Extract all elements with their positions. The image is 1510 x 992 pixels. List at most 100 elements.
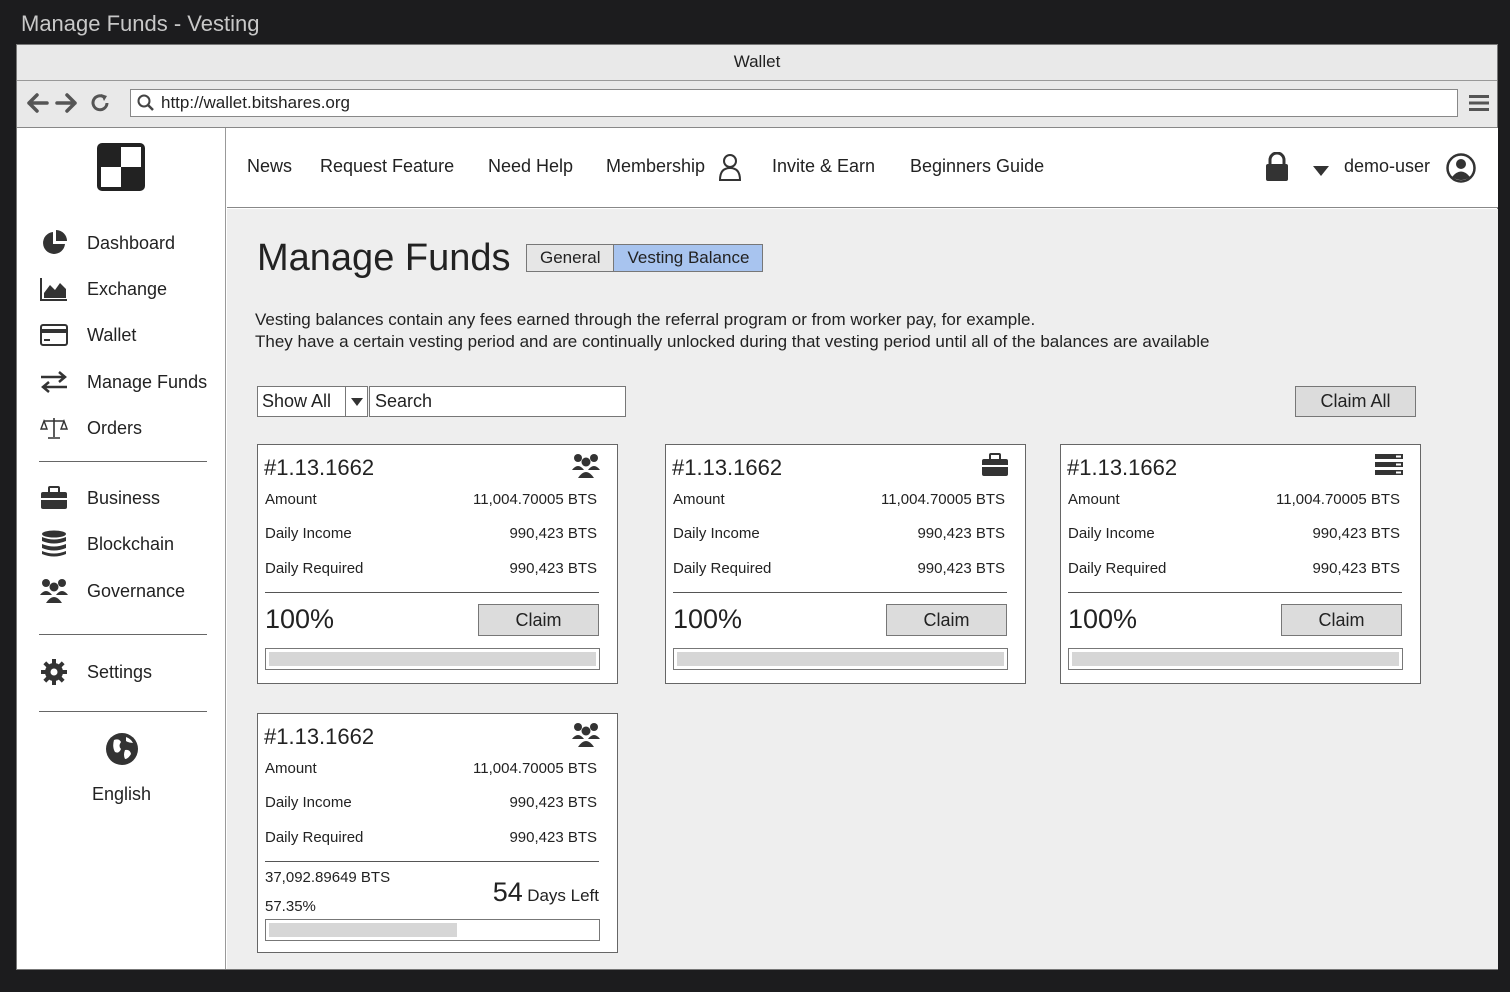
sidebar-item-label: Manage Funds — [87, 371, 208, 392]
bitshares-logo[interactable] — [96, 142, 146, 192]
sidebar-item-label: Settings — [87, 661, 153, 682]
tab-vesting-balance[interactable]: Vesting Balance — [614, 245, 763, 271]
filter-select[interactable]: Show All — [257, 386, 368, 417]
back-icon[interactable] — [26, 91, 50, 115]
nav-link-request-feature[interactable]: Request Feature — [320, 156, 454, 177]
filter-value: Show All — [262, 391, 332, 411]
daily-required-row: Daily Required 990,423 BTS — [1068, 560, 1400, 577]
url-bar[interactable]: http://wallet.bitshares.org — [130, 89, 1458, 117]
language-label[interactable]: English — [17, 784, 226, 805]
search-icon — [137, 94, 155, 120]
daily-required-label: Daily Required — [265, 829, 364, 846]
vested-percent: 100% — [673, 604, 743, 634]
sidebar-item-manage-funds[interactable]: Manage Funds — [39, 367, 207, 397]
nav-link-invite-earn[interactable]: Invite & Earn — [772, 156, 875, 177]
briefcase-icon — [981, 453, 1009, 482]
amount-row: Amount 11,004.70005 BTS — [1068, 491, 1400, 508]
claim-button[interactable]: Claim — [1281, 604, 1402, 636]
daily-required-value: 990,423 BTS — [917, 560, 1005, 577]
lock-icon[interactable] — [1265, 151, 1289, 187]
vested-percent: 100% — [265, 604, 335, 634]
exchange-arrows-icon — [39, 367, 69, 397]
card-id: #1.13.1662 — [264, 455, 375, 480]
sidebar-item-blockchain[interactable]: Blockchain — [39, 529, 174, 559]
card-id: #1.13.1662 — [264, 724, 375, 749]
reload-icon[interactable] — [88, 91, 112, 115]
progress-fill — [1072, 652, 1399, 666]
daily-required-row: Daily Required 990,423 BTS — [265, 829, 597, 846]
url-text: http://wallet.bitshares.org — [161, 93, 350, 112]
daily-income-label: Daily Income — [265, 525, 352, 542]
chevron-down-icon[interactable] — [1313, 163, 1329, 181]
daily-required-row: Daily Required 990,423 BTS — [265, 560, 597, 577]
amount-label: Amount — [265, 760, 317, 777]
days-left: 54 Days Left — [493, 877, 599, 908]
daily-required-row: Daily Required 990,423 BTS — [673, 560, 1005, 577]
window-title: Manage Funds - Vesting — [21, 11, 260, 36]
sidebar-item-orders[interactable]: Orders — [39, 413, 142, 443]
nav-link-news[interactable]: News — [247, 156, 292, 177]
claim-button[interactable]: Claim — [478, 604, 599, 636]
browser-window: Wallet http://wallet.bitshares.org Dashb… — [16, 44, 1498, 970]
vesting-card: #1.13.1662 Amount 11,004.70005 BTS Daily … — [257, 444, 618, 684]
browser-tab[interactable]: Wallet — [17, 45, 1497, 81]
database-icon — [39, 529, 69, 559]
description-line: They have a certain vesting period and a… — [255, 332, 1210, 351]
claim-button[interactable]: Claim — [886, 604, 1007, 636]
progress-fill — [677, 652, 1004, 666]
days-left-count: 54 — [492, 877, 523, 907]
sidebar-item-dashboard[interactable]: Dashboard — [39, 228, 175, 258]
sidebar-item-business[interactable]: Business — [39, 483, 160, 513]
nav-link-membership[interactable]: Membership — [606, 156, 705, 177]
briefcase-icon — [39, 483, 69, 513]
card-divider — [265, 861, 599, 862]
sidebar-item-label: Wallet — [87, 324, 137, 345]
pie-chart-icon — [39, 228, 69, 258]
progress-bar — [265, 648, 600, 670]
sidebar-item-governance[interactable]: Governance — [39, 576, 185, 606]
daily-income-value: 990,423 BTS — [917, 525, 1005, 542]
card-id: #1.13.1662 — [672, 455, 783, 480]
username[interactable]: demo-user — [1344, 156, 1430, 177]
sidebar-item-exchange[interactable]: Exchange — [39, 274, 167, 304]
globe-icon[interactable] — [17, 732, 226, 771]
daily-income-row: Daily Income 990,423 BTS — [265, 794, 597, 811]
daily-income-label: Daily Income — [265, 794, 352, 811]
vesting-card: #1.13.1662 Amount 11,004.70005 BTS Daily … — [665, 444, 1026, 684]
sidebar-item-settings[interactable]: Settings — [39, 657, 152, 687]
amount-value: 11,004.70005 BTS — [1276, 491, 1400, 508]
amount-label: Amount — [265, 491, 317, 508]
sidebar-item-label: Exchange — [87, 278, 168, 299]
top-navigation: News Request Feature Need Help Membershi… — [227, 128, 1498, 208]
sidebar-item-label: Blockchain — [87, 533, 175, 554]
hamburger-menu-icon[interactable] — [1469, 93, 1489, 118]
users-icon — [571, 453, 601, 484]
daily-income-label: Daily Income — [673, 525, 760, 542]
daily-income-value: 990,423 BTS — [509, 794, 597, 811]
nav-link-beginners-guide[interactable]: Beginners Guide — [910, 156, 1044, 177]
gear-icon — [39, 657, 69, 687]
daily-income-value: 990,423 BTS — [1312, 525, 1400, 542]
sidebar-item-wallet[interactable]: Wallet — [39, 320, 136, 350]
sidebar: Dashboard Exchange Wallet Manage Funds O… — [17, 128, 226, 969]
sidebar-item-label: Governance — [87, 580, 186, 601]
main-content: Manage Funds General Vesting Balance Ves… — [227, 209, 1498, 969]
vesting-card: #1.13.1662 Amount 11,004.70005 BTS Daily … — [1060, 444, 1421, 684]
user-outline-icon[interactable] — [718, 153, 742, 186]
progress-fill — [269, 923, 457, 937]
progress-fill — [269, 652, 596, 666]
claim-all-button[interactable]: Claim All — [1295, 386, 1416, 417]
server-icon — [1374, 453, 1404, 482]
nav-link-need-help[interactable]: Need Help — [488, 156, 573, 177]
progress-bar — [265, 919, 600, 941]
progress-bar — [673, 648, 1008, 670]
tab-general[interactable]: General — [527, 245, 615, 271]
amount-value: 11,004.70005 BTS — [881, 491, 1005, 508]
forward-icon[interactable] — [54, 91, 78, 115]
amount-row: Amount 11,004.70005 BTS — [673, 491, 1005, 508]
amount-label: Amount — [1068, 491, 1120, 508]
chevron-down-icon[interactable] — [345, 387, 367, 416]
search-input[interactable]: Search — [369, 386, 626, 417]
amount-row: Amount 11,004.70005 BTS — [265, 491, 597, 508]
account-avatar-icon[interactable] — [1446, 153, 1476, 188]
